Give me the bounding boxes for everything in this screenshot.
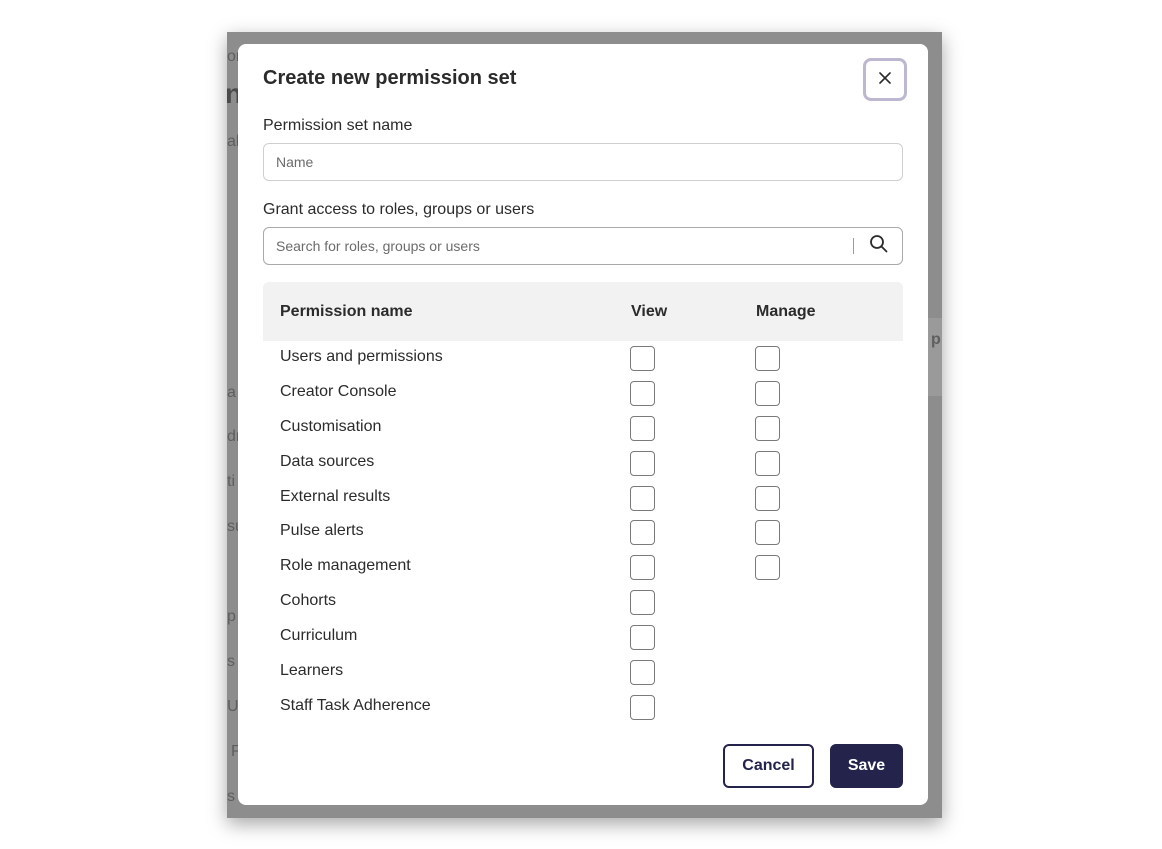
permission-set-name-input[interactable] bbox=[263, 143, 903, 181]
table-body: Users and permissions Creator Console Cust… bbox=[263, 341, 903, 725]
manage-checkbox[interactable] bbox=[755, 380, 780, 406]
manage-checkbox[interactable] bbox=[755, 450, 780, 476]
manage-checkbox[interactable] bbox=[755, 555, 780, 581]
permission-name: Data sources bbox=[280, 452, 375, 470]
column-header-permission-name: Permission name bbox=[280, 303, 413, 320]
create-permission-set-modal: Create new permission set Permission set… bbox=[238, 44, 928, 805]
view-checkbox[interactable] bbox=[630, 625, 655, 651]
table-row: Learners bbox=[263, 655, 903, 690]
permissions-table: Permission name View Manage Users and pe… bbox=[263, 282, 903, 725]
table-row: External results bbox=[263, 481, 903, 516]
view-checkbox[interactable] bbox=[630, 346, 655, 371]
search-icon bbox=[869, 234, 888, 258]
grant-access-label: Grant access to roles, groups or users bbox=[263, 201, 535, 218]
save-button[interactable]: Save bbox=[830, 744, 903, 788]
background-text: a bbox=[227, 384, 236, 401]
manage-checkbox[interactable] bbox=[755, 520, 780, 546]
table-row: Pulse alerts bbox=[263, 515, 903, 550]
table-row: Role management bbox=[263, 550, 903, 585]
permission-name: Curriculum bbox=[280, 627, 358, 645]
view-checkbox[interactable] bbox=[630, 380, 655, 406]
permission-name: Creator Console bbox=[280, 382, 397, 400]
permission-name: Learners bbox=[280, 662, 344, 680]
column-header-manage: Manage bbox=[756, 303, 816, 320]
view-checkbox[interactable] bbox=[630, 415, 655, 441]
search-button[interactable] bbox=[865, 234, 891, 258]
table-row: Curriculum bbox=[263, 620, 903, 655]
cancel-button[interactable]: Cancel bbox=[723, 744, 814, 788]
background-text: p bbox=[931, 331, 941, 348]
manage-checkbox[interactable] bbox=[755, 415, 780, 441]
table-row: Customisation bbox=[263, 411, 903, 446]
background-panel bbox=[927, 318, 942, 396]
table-row: Cohorts bbox=[263, 585, 903, 620]
table-row: Users and permissions bbox=[263, 341, 903, 376]
permission-name: Users and permissions bbox=[280, 348, 443, 365]
background-text: s bbox=[227, 788, 235, 805]
background-text: ti bbox=[227, 473, 235, 490]
close-icon bbox=[879, 72, 891, 87]
manage-checkbox[interactable] bbox=[755, 346, 780, 371]
table-header: Permission name View Manage bbox=[263, 282, 903, 341]
table-row: Staff Task Adherence bbox=[263, 690, 903, 725]
view-checkbox[interactable] bbox=[630, 520, 655, 546]
view-checkbox[interactable] bbox=[630, 590, 655, 616]
search-divider bbox=[853, 238, 854, 254]
view-checkbox[interactable] bbox=[630, 485, 655, 511]
view-checkbox[interactable] bbox=[630, 555, 655, 581]
permission-name: Cohorts bbox=[280, 592, 337, 610]
permission-name: External results bbox=[280, 487, 391, 505]
permission-set-name-label: Permission set name bbox=[263, 117, 413, 134]
background-text: p bbox=[227, 608, 236, 625]
close-button[interactable] bbox=[863, 58, 907, 101]
grant-access-search bbox=[263, 227, 903, 265]
background-text: U bbox=[227, 698, 239, 715]
view-checkbox[interactable] bbox=[630, 694, 655, 720]
table-row: Creator Console bbox=[263, 376, 903, 411]
modal-title: Create new permission set bbox=[263, 67, 517, 89]
view-checkbox[interactable] bbox=[630, 450, 655, 476]
table-row: Data sources bbox=[263, 446, 903, 481]
permission-name: Role management bbox=[280, 557, 411, 575]
permission-name: Customisation bbox=[280, 417, 382, 435]
view-checkbox[interactable] bbox=[630, 660, 655, 686]
permission-name: Pulse alerts bbox=[280, 522, 364, 540]
permission-name: Staff Task Adherence bbox=[280, 696, 431, 714]
grant-access-search-input[interactable] bbox=[263, 227, 903, 265]
column-header-view: View bbox=[631, 303, 668, 320]
manage-checkbox[interactable] bbox=[755, 485, 780, 511]
background-text: s bbox=[227, 653, 235, 670]
